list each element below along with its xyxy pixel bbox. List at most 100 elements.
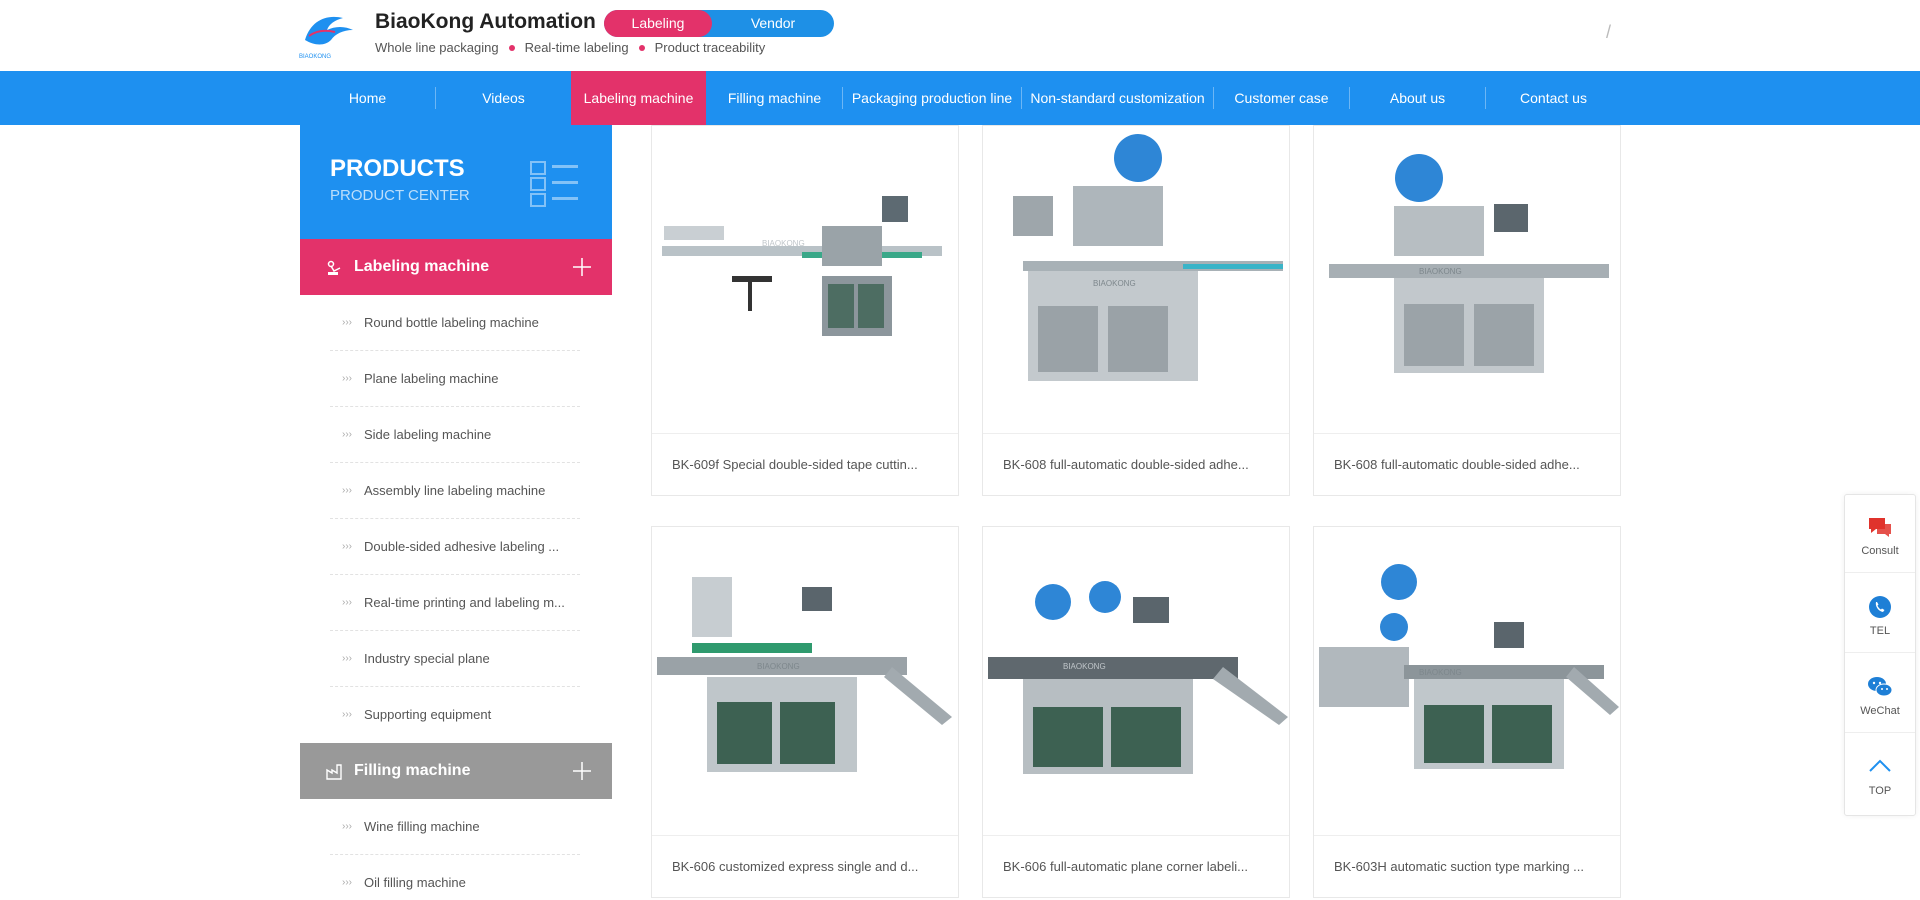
svg-text:BIAOKONG: BIAOKONG	[1063, 662, 1106, 671]
product-image[interactable]: BIAOKONG	[652, 527, 958, 835]
arrow-up-icon	[1869, 759, 1891, 772]
labeling-machine-image: BIAOKONG	[988, 581, 1288, 774]
product-title[interactable]: BK-608 full-automatic double-sided adhe.…	[983, 433, 1289, 495]
sidebar-item-wine-filling[interactable]: ››› Wine filling machine	[330, 799, 580, 855]
tagline-item: Real-time labeling	[524, 40, 629, 55]
expand-plus-icon[interactable]	[572, 761, 592, 781]
product-image[interactable]: BIAOKONG	[652, 126, 958, 434]
labeling-machine-image: BIAOKONG	[1319, 564, 1619, 769]
product-card[interactable]: BIAOKONG BK-609f Special double-sided ta…	[651, 125, 959, 496]
sidebar-item-round-bottle[interactable]: ››› Round bottle labeling machine	[330, 295, 580, 351]
float-label: TOP	[1868, 785, 1892, 797]
product-card[interactable]: BIAOKONG BK-608 full-automatic double-si…	[982, 125, 1290, 496]
chevron-right-icon: ›››	[342, 373, 352, 384]
header-taglines: Whole line packaging Real-time labeling …	[375, 40, 765, 55]
product-image[interactable]: BIAOKONG	[983, 527, 1289, 835]
chevron-right-icon: ›››	[342, 485, 352, 496]
product-card[interactable]: BIAOKONG BK-606 customized express singl…	[651, 526, 959, 898]
sidebar-item-label: Supporting equipment	[364, 707, 492, 722]
float-top[interactable]: TOP	[1845, 735, 1915, 813]
sidebar-item-label: Assembly line labeling machine	[364, 483, 546, 498]
svg-text:BIAOKONG: BIAOKONG	[1419, 267, 1462, 276]
sidebar-item-real-time-printing[interactable]: ››› Real-time printing and labeling m...	[330, 575, 580, 631]
labeling-machine-image: BIAOKONG	[657, 577, 952, 772]
sidebar-subtitle: PRODUCT CENTER	[330, 187, 470, 204]
product-title[interactable]: BK-608 full-automatic double-sided adhe.…	[1314, 433, 1620, 495]
factory-icon	[326, 764, 342, 780]
float-label: Consult	[1861, 545, 1899, 557]
nav-item-non-standard[interactable]: Non-standard customization	[1022, 71, 1213, 125]
sidebar-item-plane[interactable]: ››› Plane labeling machine	[330, 351, 580, 407]
sidebar-item-supporting-equipment[interactable]: ››› Supporting equipment	[330, 687, 580, 743]
sidebar-item-assembly-line[interactable]: ››› Assembly line labeling machine	[330, 463, 580, 519]
product-sidebar: PRODUCTS PRODUCT CENTER Labeling machine	[300, 125, 612, 900]
nav-item-about-us[interactable]: About us	[1350, 71, 1485, 125]
product-title[interactable]: BK-603H automatic suction type marking .…	[1314, 835, 1620, 897]
svg-text:BIAOKONG: BIAOKONG	[762, 239, 805, 248]
expand-plus-icon[interactable]	[572, 257, 592, 277]
header-divider: /	[1606, 22, 1612, 42]
product-image[interactable]: BIAOKONG	[983, 126, 1289, 434]
company-logo[interactable]: BIAOKONG	[297, 10, 357, 60]
main-nav: Home Videos Labeling machine Filling mac…	[0, 71, 1920, 125]
nav-item-videos[interactable]: Videos	[436, 71, 571, 125]
chevron-right-icon: ›››	[342, 877, 352, 888]
svg-text:BIAOKONG: BIAOKONG	[1419, 668, 1462, 677]
tagline-dot	[508, 44, 515, 51]
product-card[interactable]: BIAOKONG BK-606 full-automatic plane cor…	[982, 526, 1290, 898]
list-icon	[530, 161, 578, 207]
tagline-item: Product traceability	[654, 40, 766, 55]
nav-item-filling-machine[interactable]: Filling machine	[707, 71, 842, 125]
sidebar-item-label: Side labeling machine	[364, 427, 492, 442]
nav-item-customer-case[interactable]: Customer case	[1214, 71, 1349, 125]
header-pill: Labeling Machine Vendor	[604, 10, 834, 58]
svg-text:BIAOKONG: BIAOKONG	[299, 54, 331, 60]
wechat-icon	[1868, 677, 1893, 697]
sidebar-title: PRODUCTS	[330, 155, 465, 182]
pill-labeling-machine: Labeling Machine	[604, 10, 712, 58]
labeling-machine-image: BIAOKONG	[662, 196, 942, 336]
chevron-right-icon: ›››	[342, 597, 352, 608]
float-label: WeChat	[1860, 705, 1900, 717]
product-title[interactable]: BK-606 full-automatic plane corner label…	[983, 835, 1289, 897]
sidebar-item-double-sided[interactable]: ››› Double-sided adhesive labeling ...	[330, 519, 580, 575]
product-image[interactable]: BIAOKONG	[1314, 527, 1620, 835]
sidebar-item-label: Double-sided adhesive labeling ...	[364, 539, 560, 554]
svg-text:BIAOKONG: BIAOKONG	[1093, 279, 1136, 288]
sidebar-item-label: Oil filling machine	[364, 875, 466, 890]
product-card[interactable]: BIAOKONG BK-608 full-automatic double-si…	[1313, 125, 1621, 496]
sidebar-item-label: Wine filling machine	[364, 819, 480, 834]
pill-vendor: Vendor	[750, 15, 796, 31]
nav-item-packaging-line[interactable]: Packaging production line	[843, 71, 1021, 125]
sidebar-item-industry-special[interactable]: ››› Industry special plane	[330, 631, 580, 687]
site-header: BIAOKONG BiaoKong Automation Labeling Ma…	[0, 0, 1920, 71]
sidebar-item-oil-filling[interactable]: ››› Oil filling machine	[330, 855, 580, 900]
chevron-right-icon: ›››	[342, 541, 352, 552]
phone-icon	[1869, 596, 1891, 618]
product-image[interactable]: BIAOKONG	[1314, 126, 1620, 434]
product-title[interactable]: BK-609f Special double-sided tape cuttin…	[652, 433, 958, 495]
sidebar-item-side[interactable]: ››› Side labeling machine	[330, 407, 580, 463]
sidebar-item-label: Industry special plane	[364, 651, 490, 666]
brand-name: BiaoKong Automation	[375, 10, 596, 33]
svg-text:BIAOKONG: BIAOKONG	[757, 662, 800, 671]
sidebar-header: PRODUCTS PRODUCT CENTER	[300, 125, 612, 239]
tagline-dot	[638, 44, 645, 51]
labeling-machine-image: BIAOKONG	[1329, 154, 1609, 373]
sidebar-item-label: Round bottle labeling machine	[364, 315, 539, 330]
category-labeling-machine[interactable]: Labeling machine	[300, 239, 612, 295]
nav-item-labeling-machine[interactable]: Labeling machine	[571, 71, 706, 125]
tagline-item: Whole line packaging	[375, 40, 499, 55]
sidebar-item-label: Plane labeling machine	[364, 371, 499, 386]
category-filling-machine[interactable]: Filling machine	[300, 743, 612, 799]
nav-item-contact-us[interactable]: Contact us	[1486, 71, 1621, 125]
float-tel[interactable]: TEL	[1845, 575, 1915, 653]
float-label: TEL	[1869, 625, 1891, 637]
chevron-right-icon: ›››	[342, 653, 352, 664]
float-wechat[interactable]: WeChat	[1845, 655, 1915, 733]
nav-item-home[interactable]: Home	[300, 71, 435, 125]
sidebar-item-label: Real-time printing and labeling m...	[364, 595, 565, 610]
product-card[interactable]: BIAOKONG BK-603H automatic suction type …	[1313, 526, 1621, 898]
float-consult[interactable]: Consult	[1845, 495, 1915, 573]
product-title[interactable]: BK-606 customized express single and d..…	[652, 835, 958, 897]
